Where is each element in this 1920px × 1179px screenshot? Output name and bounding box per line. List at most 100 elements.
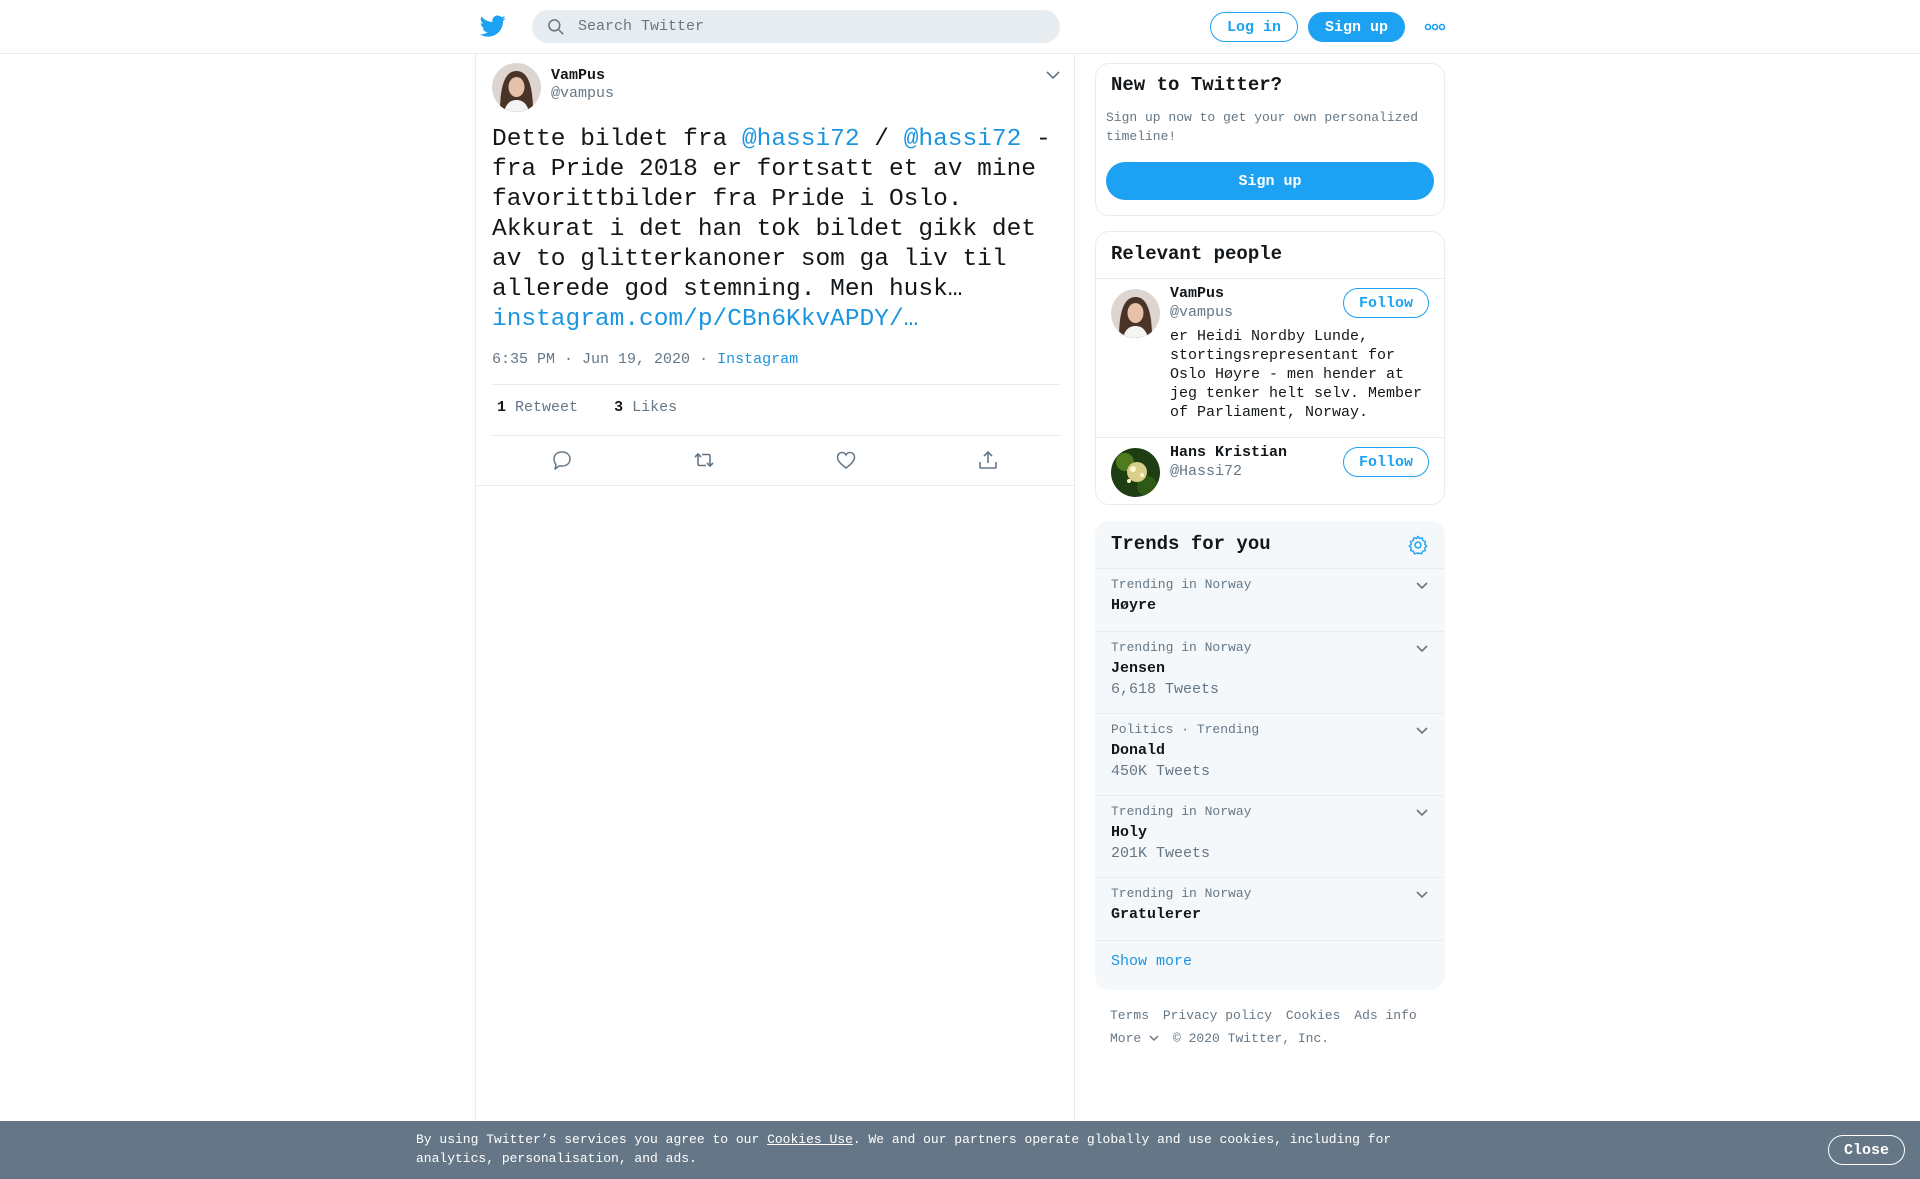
tweet-stats: 1 Retweet 3 Likes [497,399,677,416]
gear-icon[interactable] [1407,534,1429,556]
main-column: VamPus @vampus Dette bildet fra @hassi72… [475,54,1075,1179]
cookies-use-link[interactable]: Cookies Use [767,1132,853,1147]
meta-separator: · [699,351,709,368]
signup-button[interactable]: Sign up [1308,12,1405,42]
person-handle[interactable]: @vampus [1170,304,1233,321]
tweet-meta: 6:35 PM · Jun 19, 2020 · Instagram [492,351,798,368]
avatar-image [1111,289,1160,338]
trend-item[interactable]: Trending in Norway Jensen 6,618 Tweets [1096,631,1444,713]
show-more-link[interactable]: Show more [1111,953,1192,970]
relevant-people-card: Relevant people VamPus @vampus er Heidi … [1095,231,1445,505]
person-name[interactable]: VamPus [1170,285,1224,302]
like-icon[interactable] [834,448,858,472]
signup-button[interactable]: Sign up [1106,162,1434,200]
card-title: Trends for you [1111,533,1271,555]
card-description: Sign up now to get your own personalized… [1106,110,1419,144]
retweet-stat[interactable]: 1 Retweet [497,399,578,416]
trend-context: Politics · Trending [1111,722,1260,737]
follow-button[interactable]: Follow [1343,288,1429,318]
avatar[interactable] [1111,448,1160,497]
chevron-down-icon[interactable] [1414,725,1430,737]
trend-item[interactable]: Trending in Norway Høyre [1096,568,1444,631]
mention-link[interactable]: @hassi72 [904,126,1022,153]
tweet-text: Dette bildet fra @hassi72 / @hassi72 - f… [492,125,1060,335]
footer-links-row: Terms Privacy policy Cookies Ads info [1110,1004,1440,1027]
twitter-logo-icon[interactable] [479,13,507,39]
footer-link-privacy[interactable]: Privacy policy [1163,1008,1272,1023]
footer-row-2: More © 2020 Twitter, Inc. [1110,1027,1440,1050]
reply-icon[interactable] [550,448,574,472]
person-name[interactable]: Hans Kristian [1170,444,1287,461]
trend-name[interactable]: Høyre [1111,597,1156,614]
chevron-down-icon[interactable] [1414,889,1430,901]
like-stat[interactable]: 3 Likes [614,399,677,416]
trend-item[interactable]: Trending in Norway Gratulerer [1096,877,1444,940]
footer-link-terms[interactable]: Terms [1110,1008,1149,1023]
like-count: 3 [614,399,624,416]
trend-context: Trending in Norway [1111,804,1252,819]
search-box[interactable] [532,10,1060,43]
avatar-image [1111,448,1160,497]
chevron-down-icon[interactable] [1414,807,1430,819]
copyright: © 2020 Twitter, Inc. [1173,1031,1330,1046]
divider [492,384,1060,385]
like-label: Likes [632,399,678,416]
trend-item[interactable]: Trending in Norway Holy 201K Tweets [1096,795,1444,877]
tweet-link[interactable]: instagram.com/p/CBn6KkvAPDY/… [492,306,918,333]
chevron-down-icon[interactable] [1414,643,1430,655]
tweet-timestamp[interactable]: 6:35 PM · Jun 19, 2020 [492,351,690,368]
card-title: New to Twitter? [1111,74,1283,96]
avatar[interactable] [492,63,541,112]
avatar[interactable] [1111,289,1160,338]
person-item[interactable]: Hans Kristian @Hassi72 Follow [1096,438,1444,504]
cookie-text: By using Twitter’s services you agree to… [416,1130,1406,1168]
person-bio: er Heidi Nordby Lunde, stortingsrepresen… [1170,328,1423,421]
trend-count: 450K Tweets [1111,763,1211,780]
search-icon [548,18,564,34]
follow-button[interactable]: Follow [1343,447,1429,477]
mention-link[interactable]: @hassi72 [742,126,860,153]
person-item[interactable]: VamPus @vampus er Heidi Nordby Lunde, st… [1096,279,1444,437]
trend-item[interactable]: Politics · Trending Donald 450K Tweets [1096,713,1444,795]
trend-context: Trending in Norway [1111,577,1252,592]
trend-name[interactable]: Holy [1111,824,1147,841]
avatar-image [492,63,541,112]
close-button[interactable]: Close [1828,1135,1905,1165]
author-handle[interactable]: @vampus [551,85,614,102]
chevron-down-icon[interactable] [1414,580,1430,592]
login-button[interactable]: Log in [1210,12,1298,42]
footer: Terms Privacy policy Cookies Ads info Mo… [1110,1004,1440,1050]
more-options-icon[interactable] [1424,20,1446,34]
trends-card: Trends for you Trending in Norway Høyre … [1095,521,1445,990]
divider [492,435,1060,436]
share-icon[interactable] [976,448,1000,472]
retweet-count: 1 [497,399,507,416]
trend-name[interactable]: Donald [1111,742,1165,759]
footer-link-cookies[interactable]: Cookies [1286,1008,1341,1023]
trend-context: Trending in Norway [1111,640,1252,655]
person-handle[interactable]: @Hassi72 [1170,463,1242,480]
author-name[interactable]: VamPus [551,67,605,84]
divider [476,485,1074,486]
chevron-down-icon[interactable] [1044,68,1062,82]
trend-count: 201K Tweets [1111,845,1211,862]
tweet-source-link[interactable]: Instagram [717,351,798,368]
search-input[interactable] [578,18,1018,35]
footer-more-label: More [1110,1031,1142,1046]
cookie-banner: By using Twitter’s services you agree to… [0,1121,1920,1179]
trend-context: Trending in Norway [1111,886,1252,901]
tweet-actions [492,448,1060,488]
top-bar: Log in Sign up [0,0,1920,54]
trend-name[interactable]: Gratulerer [1111,906,1201,923]
trend-count: 6,618 Tweets [1111,681,1220,698]
new-to-twitter-card: New to Twitter? Sign up now to get your … [1095,63,1445,216]
footer-more[interactable]: More [1110,1031,1159,1046]
tweet-text-part: / [859,126,904,153]
retweet-icon[interactable] [692,448,716,472]
tweet-text-part: Dette bildet fra [492,126,742,153]
footer-link-ads-info[interactable]: Ads info [1354,1008,1416,1023]
trend-name[interactable]: Jensen [1111,660,1165,677]
card-title: Relevant people [1111,243,1283,265]
retweet-label: Retweet [515,399,579,416]
chevron-down-icon [1149,1035,1159,1041]
